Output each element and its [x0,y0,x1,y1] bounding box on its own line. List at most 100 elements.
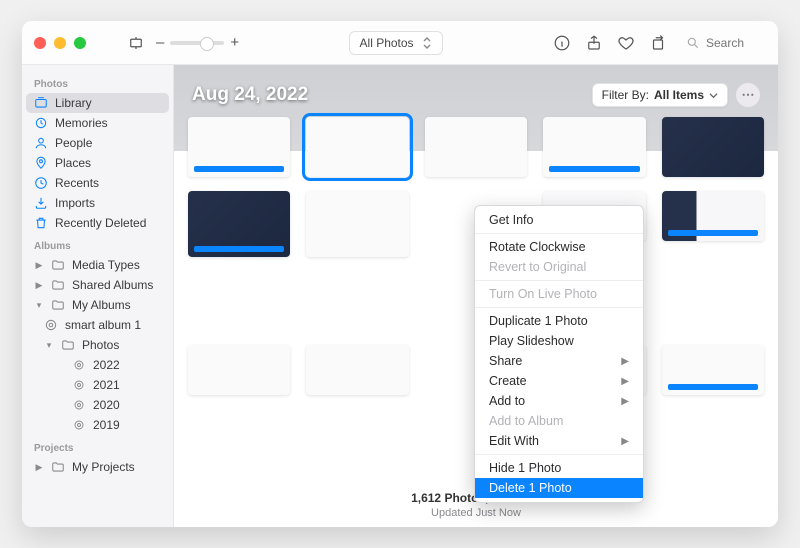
submenu-arrow-icon: ▶ [621,436,629,447]
photo-thumbnail[interactable] [662,117,764,177]
ctx-revert-original: Revert to Original [475,257,643,277]
disclosure-closed-icon[interactable]: ▶ [34,462,44,473]
sidebar-item-2020[interactable]: 2020 [26,395,169,415]
sidebar-item-recently-deleted[interactable]: Recently Deleted [26,213,169,233]
disclosure-closed-icon[interactable]: ▶ [34,280,44,291]
sidebar-item-photos-folder[interactable]: ▾Photos [26,335,169,355]
photo-thumbnail[interactable] [188,345,290,395]
ctx-add-to[interactable]: Add to▶ [475,391,643,411]
trash-icon [34,216,48,230]
ellipsis-icon: ⋯ [742,87,755,103]
footer-updated: Updated Just Now [174,507,778,519]
content-header: Aug 24, 2022 Filter By: All Items ⋯ [192,83,760,107]
search-field[interactable] [686,36,766,50]
submenu-arrow-icon: ▶ [621,396,629,407]
ctx-duplicate[interactable]: Duplicate 1 Photo [475,311,643,331]
aspect-ratio-icon[interactable] [126,33,146,53]
photo-thumbnail[interactable] [662,191,764,241]
ctx-create[interactable]: Create▶ [475,371,643,391]
chevron-down-icon [709,91,718,100]
filter-control[interactable]: Filter By: All Items [592,83,728,107]
sidebar-item-smart-album-1[interactable]: smart album 1 [26,315,169,335]
ctx-edit-with[interactable]: Edit With▶ [475,431,643,451]
smart-album-icon [72,358,86,372]
ctx-separator [475,280,643,281]
sidebar-item-2021[interactable]: 2021 [26,375,169,395]
titlebar: – + All Photos [22,21,778,65]
folder-icon [51,258,65,272]
minimize-window-button[interactable] [54,37,66,49]
folder-icon [51,460,65,474]
sidebar-item-places[interactable]: Places [26,153,169,173]
photo-thumbnail-selected[interactable] [306,117,408,177]
ctx-share[interactable]: Share▶ [475,351,643,371]
sidebar-item-recents[interactable]: Recents [26,173,169,193]
sidebar-item-imports[interactable]: Imports [26,193,169,213]
ctx-get-info[interactable]: Get Info [475,210,643,230]
photo-thumbnail[interactable] [306,345,408,395]
ctx-turn-on-live-photo: Turn On Live Photo [475,284,643,304]
ctx-add-to-album: Add to Album [475,411,643,431]
sidebar-item-2019[interactable]: 2019 [26,415,169,435]
folder-icon [61,338,75,352]
search-input[interactable] [706,36,766,50]
folder-icon [51,298,65,312]
imports-icon [34,196,48,210]
info-icon[interactable] [552,33,572,53]
sidebar-item-my-albums[interactable]: ▾My Albums [26,295,169,315]
context-menu: Get Info Rotate Clockwise Revert to Orig… [474,205,644,503]
recents-icon [34,176,48,190]
zoom-out[interactable]: – [156,34,164,51]
photo-thumbnail[interactable] [188,117,290,177]
view-mode-select[interactable]: All Photos [349,31,443,55]
zoom-in[interactable]: + [230,34,239,51]
main-content: Aug 24, 2022 Filter By: All Items ⋯ [174,65,778,527]
smart-album-icon [72,378,86,392]
ctx-rotate-clockwise[interactable]: Rotate Clockwise [475,237,643,257]
favorite-icon[interactable] [616,33,636,53]
disclosure-open-icon[interactable]: ▾ [44,340,54,351]
library-icon [34,96,48,110]
places-icon [34,156,48,170]
sidebar-item-shared-albums[interactable]: ▶Shared Albums [26,275,169,295]
sidebar-item-media-types[interactable]: ▶Media Types [26,255,169,275]
sidebar-header-albums: Albums [26,233,169,255]
sidebar: Photos Library Memories People Places Re… [22,65,174,527]
zoom-control[interactable]: – + [156,34,239,51]
disclosure-closed-icon[interactable]: ▶ [34,260,44,271]
close-window-button[interactable] [34,37,46,49]
memories-icon [34,116,48,130]
submenu-arrow-icon: ▶ [621,376,629,387]
ctx-delete-photo[interactable]: Delete 1 Photo [475,478,643,498]
window-controls [34,37,86,49]
zoom-slider[interactable] [170,41,224,45]
smart-album-icon [44,318,58,332]
sidebar-header-photos: Photos [26,71,169,93]
smart-album-icon [72,398,86,412]
sidebar-item-people[interactable]: People [26,133,169,153]
sidebar-item-memories[interactable]: Memories [26,113,169,133]
ctx-play-slideshow[interactable]: Play Slideshow [475,331,643,351]
ctx-separator [475,233,643,234]
sidebar-item-2022[interactable]: 2022 [26,355,169,375]
filter-prefix: Filter By: [602,88,649,102]
photo-thumbnail[interactable] [188,191,290,257]
photo-thumbnail[interactable] [425,117,527,177]
app-window: – + All Photos Photos Librar [22,21,778,527]
ctx-hide-photo[interactable]: Hide 1 Photo [475,458,643,478]
ctx-separator [475,307,643,308]
sidebar-item-my-projects[interactable]: ▶My Projects [26,457,169,477]
zoom-window-button[interactable] [74,37,86,49]
date-heading: Aug 24, 2022 [192,84,308,106]
photo-thumbnail[interactable] [543,117,645,177]
view-mode-label: All Photos [360,36,414,50]
more-button[interactable]: ⋯ [736,83,760,107]
submenu-arrow-icon: ▶ [621,356,629,367]
folder-icon [51,278,65,292]
share-icon[interactable] [584,33,604,53]
photo-thumbnail[interactable] [306,191,408,257]
sidebar-item-library[interactable]: Library [26,93,169,113]
rotate-icon[interactable] [648,33,668,53]
disclosure-open-icon[interactable]: ▾ [34,300,44,311]
photo-thumbnail[interactable] [662,345,764,395]
